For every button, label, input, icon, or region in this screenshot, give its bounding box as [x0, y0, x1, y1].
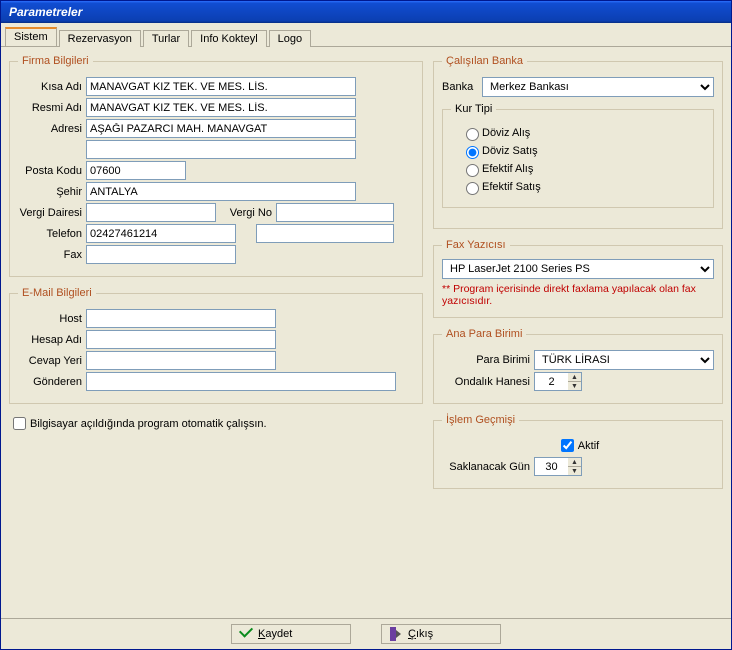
bottom-bar: Kaydet Çıkış — [1, 618, 731, 649]
fax-legend: Fax Yazıcısı — [442, 239, 510, 251]
input-fax[interactable] — [86, 245, 236, 264]
right-column: Çalışılan Banka Banka Merkez Bankası Kur… — [433, 55, 723, 610]
radio-efektif-alis[interactable] — [466, 164, 479, 177]
email-legend: E-Mail Bilgileri — [18, 287, 96, 299]
input-telefon-1[interactable] — [86, 224, 236, 243]
kur-tipi-group: Kur Tipi Döviz Alış Döviz Satış Efekt — [442, 103, 714, 208]
input-kisa-adi[interactable] — [86, 77, 356, 96]
label-vergi-no: Vergi No — [216, 207, 276, 219]
label-saklanacak-gun: Saklanacak Gün — [442, 461, 534, 473]
banka-group: Çalışılan Banka Banka Merkez Bankası Kur… — [433, 55, 723, 229]
banka-legend: Çalışılan Banka — [442, 55, 527, 67]
fax-warning: ** Program içerisinde direkt faxlama yap… — [442, 283, 714, 307]
select-fax-yazicisi[interactable]: HP LaserJet 2100 Series PS — [442, 259, 714, 279]
label-posta-kodu: Posta Kodu — [18, 165, 86, 177]
label-gonderen: Gönderen — [18, 376, 86, 388]
input-resmi-adi[interactable] — [86, 98, 356, 117]
tabstrip: Sistem Rezervasyon Turlar Info Kokteyl L… — [1, 23, 731, 47]
select-banka[interactable]: Merkez Bankası — [482, 77, 714, 97]
label-efektif-satis: Efektif Satış — [482, 181, 541, 193]
autostart-row: Bilgisayar açıldığında program otomatik … — [9, 414, 423, 433]
cikis-button[interactable]: Çıkış — [381, 624, 501, 644]
islem-legend: İşlem Geçmişi — [442, 414, 519, 426]
label-vergi-dairesi: Vergi Dairesi — [18, 207, 86, 219]
label-doviz-alis: Döviz Alış — [482, 127, 530, 139]
input-cevap-yeri[interactable] — [86, 351, 276, 370]
label-host: Host — [18, 313, 86, 325]
tab-rezervasyon[interactable]: Rezervasyon — [59, 30, 141, 47]
label-adresi: Adresi — [18, 123, 86, 135]
label-banka: Banka — [442, 81, 482, 93]
ana-para-legend: Ana Para Birimi — [442, 328, 526, 340]
label-sehir: Şehir — [18, 186, 86, 198]
input-sehir[interactable] — [86, 182, 356, 201]
select-para-birimi[interactable]: TÜRK LİRASI — [534, 350, 714, 370]
input-adresi-1[interactable] — [86, 119, 356, 138]
label-efektif-alis: Efektif Alış — [482, 163, 533, 175]
window: Parametreler Sistem Rezervasyon Turlar I… — [0, 0, 732, 650]
input-hesap-adi[interactable] — [86, 330, 276, 349]
input-vergi-no[interactable] — [276, 203, 394, 222]
input-ondalik[interactable] — [534, 372, 568, 391]
label-cevap-yeri: Cevap Yeri — [18, 355, 86, 367]
islem-gecmisi-group: İşlem Geçmişi Aktif Saklanacak Gün ▲▼ — [433, 414, 723, 489]
tab-logo[interactable]: Logo — [269, 30, 311, 47]
label-hesap-adi: Hesap Adı — [18, 334, 86, 346]
autostart-checkbox[interactable] — [13, 417, 26, 430]
firma-legend: Firma Bilgileri — [18, 55, 93, 67]
fax-yazicisi-group: Fax Yazıcısı HP LaserJet 2100 Series PS … — [433, 239, 723, 318]
ana-para-group: Ana Para Birimi Para Birimi TÜRK LİRASI … — [433, 328, 723, 404]
label-telefon: Telefon — [18, 228, 86, 240]
titlebar: Parametreler — [1, 1, 731, 23]
spin-gun[interactable]: ▲▼ — [568, 457, 582, 476]
label-resmi-adi: Resmi Adı — [18, 102, 86, 114]
tab-info-kokteyl[interactable]: Info Kokteyl — [191, 30, 266, 47]
radio-doviz-alis[interactable] — [466, 128, 479, 141]
input-adresi-2[interactable] — [86, 140, 356, 159]
kur-tipi-legend: Kur Tipi — [451, 103, 496, 115]
tab-turlar[interactable]: Turlar — [143, 30, 189, 47]
content-area: Firma Bilgileri Kısa Adı Resmi Adı Adres… — [1, 47, 731, 618]
radio-efektif-satis[interactable] — [466, 182, 479, 195]
check-icon — [240, 628, 252, 640]
kaydet-button[interactable]: Kaydet — [231, 624, 351, 644]
checkbox-aktif[interactable] — [561, 439, 574, 452]
input-vergi-dairesi[interactable] — [86, 203, 216, 222]
firma-bilgileri-group: Firma Bilgileri Kısa Adı Resmi Adı Adres… — [9, 55, 423, 277]
autostart-label: Bilgisayar açıldığında program otomatik … — [30, 418, 267, 430]
label-para-birimi: Para Birimi — [442, 354, 534, 366]
input-host[interactable] — [86, 309, 276, 328]
label-kisa-adi: Kısa Adı — [18, 81, 86, 93]
label-fax: Fax — [18, 249, 86, 261]
input-telefon-2[interactable] — [256, 224, 394, 243]
radio-doviz-satis[interactable] — [466, 146, 479, 159]
input-posta-kodu[interactable] — [86, 161, 186, 180]
input-saklanacak-gun[interactable] — [534, 457, 568, 476]
window-title: Parametreler — [9, 5, 82, 19]
label-ondalik: Ondalık Hanesi — [442, 376, 534, 388]
left-column: Firma Bilgileri Kısa Adı Resmi Adı Adres… — [9, 55, 423, 610]
spin-ondalik[interactable]: ▲▼ — [568, 372, 582, 391]
exit-icon — [390, 627, 402, 641]
email-bilgileri-group: E-Mail Bilgileri Host Hesap Adı Cevap Ye… — [9, 287, 423, 404]
input-gonderen[interactable] — [86, 372, 396, 391]
label-aktif: Aktif — [578, 440, 599, 452]
label-doviz-satis: Döviz Satış — [482, 145, 538, 157]
tab-sistem[interactable]: Sistem — [5, 27, 57, 46]
